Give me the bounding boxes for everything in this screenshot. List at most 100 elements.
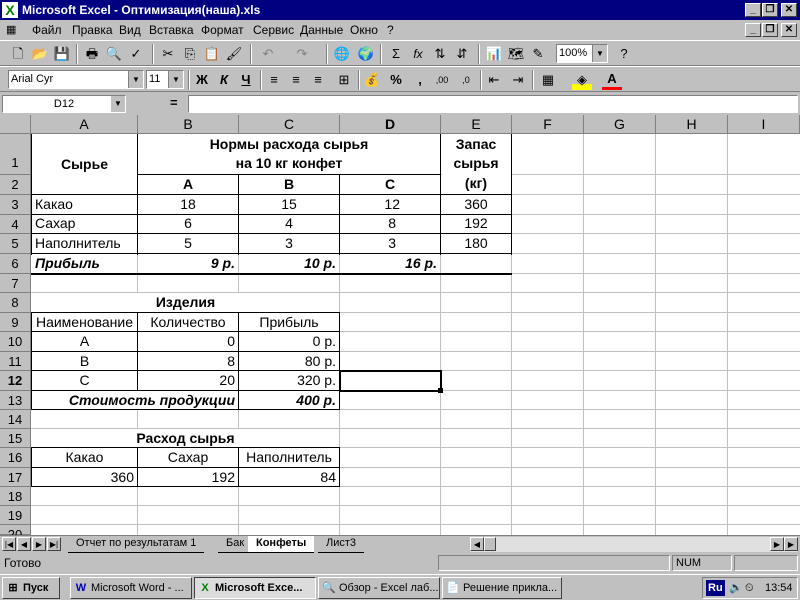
chevron-down-icon[interactable]: ▼ [128, 71, 143, 88]
merge-center-icon[interactable]: ⊞ [334, 70, 354, 90]
row-header-8[interactable]: 8 [0, 293, 31, 313]
chevron-down-icon[interactable]: ▼ [168, 71, 183, 88]
menu-file[interactable]: Файл [32, 23, 62, 37]
cell-c11[interactable]: 80 р. [239, 352, 339, 371]
cell-c5[interactable]: 3 [239, 234, 339, 253]
name-box[interactable]: D12 ▼ [2, 95, 126, 113]
comma-style-button[interactable]: , [410, 70, 430, 90]
increase-decimal-icon[interactable]: ,00 [432, 70, 452, 90]
cell-a16[interactable]: Какао [32, 448, 137, 467]
hyperlink-icon[interactable]: 🌐 [332, 44, 352, 64]
cell-c17[interactable]: 84 [239, 468, 339, 487]
column-header-i[interactable]: I [728, 115, 800, 134]
scroll-thumb[interactable] [484, 537, 496, 551]
cell-d4[interactable]: 8 [340, 214, 440, 233]
language-indicator[interactable]: Ru [706, 580, 725, 596]
formula-input[interactable] [188, 95, 798, 113]
cell-b10[interactable]: 0 [138, 332, 238, 351]
percent-button[interactable]: % [386, 70, 406, 90]
increase-indent-icon[interactable]: ⇥ [508, 70, 528, 90]
column-header-g[interactable]: G [584, 115, 656, 134]
menu-insert[interactable]: Вставка [149, 23, 194, 37]
drawing-icon[interactable]: ✎ [528, 44, 548, 64]
speaker-icon[interactable]: 🔊 [729, 578, 743, 598]
row-header-10[interactable]: 10 [0, 332, 31, 352]
new-icon[interactable]: 🗋 [8, 44, 28, 64]
row-header-15[interactable]: 15 [0, 429, 31, 448]
row-header-6[interactable]: 6 [0, 254, 31, 274]
row-header-13[interactable]: 13 [0, 391, 31, 410]
zoom-select[interactable]: 100% ▼ [556, 44, 608, 63]
column-header-e[interactable]: E [441, 115, 512, 134]
font-color-icon[interactable]: A [602, 70, 622, 90]
align-left-icon[interactable]: ≡ [264, 70, 284, 90]
cell-b12[interactable]: 20 [138, 371, 238, 390]
open-icon[interactable]: 📂 [30, 44, 50, 64]
doc-minimize-button[interactable]: _ [745, 23, 761, 37]
cell-a13[interactable]: Стоимость продукции [32, 391, 238, 410]
sort-descending-icon[interactable]: ⇵ [452, 44, 472, 64]
cell-b2[interactable]: A [138, 175, 238, 194]
column-header-d[interactable]: D [340, 115, 441, 134]
undo-icon[interactable]: ↶ [258, 44, 278, 64]
active-cell-selection[interactable] [339, 370, 442, 392]
maximize-button[interactable]: ❐ [762, 3, 778, 17]
format-painter-icon[interactable]: 🖌 [224, 44, 244, 64]
italic-button[interactable]: К [214, 70, 234, 90]
autosum-icon[interactable]: Σ [386, 44, 406, 64]
cell-d2[interactable]: C [340, 175, 440, 194]
cell-b16[interactable]: Сахар [138, 448, 238, 467]
menu-tools[interactable]: Сервис [253, 23, 294, 37]
scroll-right-end-icon[interactable]: ▶ [784, 537, 798, 551]
scroll-left-icon[interactable]: ◀ [470, 537, 484, 551]
sheet-tab-report[interactable]: Отчет по результатам 1 [68, 536, 205, 553]
cell-a10[interactable]: A [32, 332, 137, 351]
cell-a11[interactable]: B [32, 352, 137, 371]
print-icon[interactable]: 🖶 [82, 44, 102, 64]
font-name-select[interactable]: Arial Cyr ▼ [8, 70, 144, 89]
doc-restore-button[interactable]: ❐ [762, 23, 778, 37]
row-header-17[interactable]: 17 [0, 468, 31, 487]
cut-icon[interactable]: ✂ [158, 44, 178, 64]
cell-a17[interactable]: 360 [32, 468, 137, 487]
menu-help[interactable]: ? [387, 23, 394, 37]
row-header-3[interactable]: 3 [0, 195, 31, 215]
first-sheet-icon[interactable]: |◀ [2, 537, 16, 551]
row-header-1[interactable]: 1 [0, 134, 31, 175]
cell-b3[interactable]: 18 [138, 195, 238, 214]
last-sheet-icon[interactable]: ▶| [47, 537, 61, 551]
row-header-11[interactable]: 11 [0, 352, 31, 371]
chevron-down-icon[interactable]: ▼ [592, 45, 607, 62]
row-header-5[interactable]: 5 [0, 234, 31, 254]
function-icon[interactable]: fx [408, 44, 428, 64]
menu-data[interactable]: Данные [300, 23, 343, 37]
horizontal-scrollbar[interactable]: ◀ ▶ ▶ [470, 537, 798, 552]
sheet-tab-konfety[interactable]: Конфеты [248, 536, 315, 553]
redo-icon[interactable]: ↷ [292, 44, 312, 64]
scheduler-icon[interactable]: ⏲ [745, 578, 754, 598]
cell-b6[interactable]: 9 р. [138, 254, 238, 273]
row-header-7[interactable]: 7 [0, 274, 31, 293]
cell-e3[interactable]: 360 [441, 195, 511, 214]
close-button[interactable]: ✕ [781, 3, 797, 17]
taskbar-item-solution[interactable]: 📄 Решение прикла... [442, 577, 562, 599]
column-header-h[interactable]: H [656, 115, 728, 134]
cell-b9[interactable]: Количество [138, 313, 238, 332]
decrease-decimal-icon[interactable]: ,0 [456, 70, 476, 90]
map-icon[interactable]: 🗺 [506, 44, 526, 64]
cell-e1-line2[interactable]: сырья [441, 154, 511, 173]
row-header-4[interactable]: 4 [0, 215, 31, 234]
cell-b1-line1[interactable]: Нормы расхода сырья [138, 135, 440, 154]
workbook-icon[interactable]: ▦ [6, 23, 22, 37]
row-header-9[interactable]: 9 [0, 313, 31, 332]
next-sheet-icon[interactable]: ▶ [32, 537, 46, 551]
office-assistant-icon[interactable]: ? [614, 44, 634, 64]
column-header-f[interactable]: F [512, 115, 584, 134]
clock[interactable]: 13:54 [765, 578, 793, 598]
cell-c3[interactable]: 15 [239, 195, 339, 214]
fill-handle[interactable] [438, 388, 443, 393]
menu-format[interactable]: Формат [201, 23, 244, 37]
underline-button[interactable]: Ч [236, 70, 256, 90]
cell-b8[interactable]: Изделия [32, 293, 339, 312]
menu-edit[interactable]: Правка [72, 23, 113, 37]
